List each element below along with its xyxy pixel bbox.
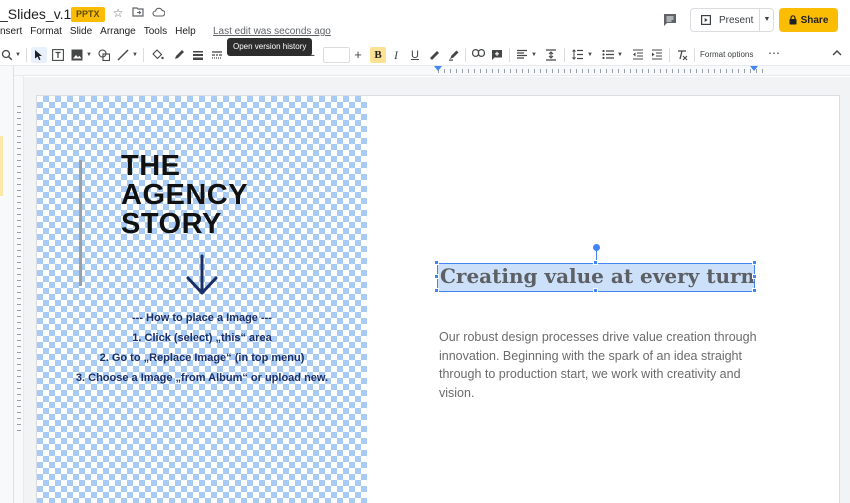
star-icon[interactable]: ☆ xyxy=(111,6,125,20)
placeholder-instructions: --- How to place a Image --- 1. Click (s… xyxy=(37,308,367,388)
toolbar-divider xyxy=(509,48,510,62)
resize-handle-left[interactable] xyxy=(434,274,439,279)
bulleted-list-icon[interactable] xyxy=(600,47,616,63)
menu-arrange[interactable]: Arrange xyxy=(100,25,136,39)
title-bar: _Slides_v.1.0 PPTX ☆ nsert Format Slide … xyxy=(0,0,850,44)
instruction-line: 1. Click (select) „this“ area xyxy=(132,332,272,344)
image-dropdown-icon[interactable]: ▼ xyxy=(85,47,93,63)
shape-icon[interactable] xyxy=(96,47,112,63)
align-icon[interactable] xyxy=(514,47,530,63)
ruler-ticks xyxy=(438,69,764,73)
share-button[interactable]: Share xyxy=(779,8,838,32)
resize-handle-bottom-left[interactable] xyxy=(434,288,439,293)
font-size-input[interactable] xyxy=(323,47,350,63)
align-dropdown-icon[interactable]: ▼ xyxy=(530,47,538,63)
right-indent-marker[interactable] xyxy=(750,66,758,71)
present-button[interactable]: Present ▼ xyxy=(690,8,774,32)
fill-color-icon[interactable] xyxy=(150,47,166,63)
last-edit-link[interactable]: Last edit was seconds ago xyxy=(213,25,331,39)
clear-formatting-icon[interactable] xyxy=(674,47,690,63)
agency-title-line: STORY xyxy=(121,208,222,240)
instruction-line: 2. Go to „Replace Image“ (in top menu) xyxy=(99,352,305,364)
vertical-accent-line xyxy=(79,160,82,286)
border-weight-icon[interactable] xyxy=(190,47,206,63)
resize-handle-right[interactable] xyxy=(752,274,757,279)
decrease-indent-icon[interactable] xyxy=(630,47,646,63)
toolbar-divider xyxy=(694,48,695,62)
agency-title[interactable]: THE AGENCY STORY xyxy=(121,152,248,239)
select-tool-icon[interactable] xyxy=(31,47,47,63)
rotation-handle[interactable] xyxy=(593,244,600,251)
menu-format[interactable]: Format xyxy=(30,25,62,39)
move-folder-icon[interactable] xyxy=(131,6,145,20)
version-history-tooltip: Open version history xyxy=(227,38,313,56)
vertical-ruler[interactable] xyxy=(14,76,24,503)
toolbar-divider xyxy=(564,48,565,62)
share-label: Share xyxy=(800,14,829,26)
instruction-line: --- How to place a Image --- xyxy=(132,312,272,324)
line-icon[interactable] xyxy=(115,47,131,63)
bold-button[interactable]: B xyxy=(370,47,386,63)
cloud-status-icon[interactable] xyxy=(151,6,165,20)
vertical-scrollbar[interactable] xyxy=(846,77,850,503)
link-icon[interactable] xyxy=(470,47,486,63)
highlight-color-icon[interactable] xyxy=(446,47,462,63)
border-color-icon[interactable] xyxy=(171,47,187,63)
toolbar-divider xyxy=(669,48,670,62)
slide[interactable]: THE AGENCY STORY --- How to place a Imag… xyxy=(37,96,839,503)
menu-bar: nsert Format Slide Arrange Tools Help xyxy=(0,25,204,39)
vertical-ruler-ticks xyxy=(17,106,21,436)
line-spacing-icon[interactable] xyxy=(570,47,586,63)
italic-button[interactable]: I xyxy=(388,47,404,63)
slides-app: _Slides_v.1.0 PPTX ☆ nsert Format Slide … xyxy=(0,0,850,503)
zoom-icon[interactable] xyxy=(0,47,14,63)
toolbar-divider xyxy=(143,48,144,62)
more-options-icon[interactable]: ⋯ xyxy=(766,47,782,63)
slide-body-text[interactable]: Our robust design processes drive value … xyxy=(439,328,759,402)
filmstrip-edge xyxy=(0,66,14,503)
increase-indent-icon[interactable] xyxy=(649,47,665,63)
image-placeholder[interactable]: THE AGENCY STORY --- How to place a Imag… xyxy=(37,96,367,503)
left-indent-marker[interactable] xyxy=(434,66,442,71)
add-comment-icon[interactable] xyxy=(489,47,505,63)
agency-title-line: AGENCY xyxy=(121,179,249,211)
increase-font-size-icon[interactable]: + xyxy=(351,47,365,63)
comment-history-icon[interactable] xyxy=(660,10,680,30)
text-color-icon[interactable] xyxy=(427,47,443,63)
resize-handle-top-right[interactable] xyxy=(752,260,757,265)
slide-thumbnail-edge[interactable] xyxy=(0,136,3,196)
menu-tools[interactable]: Tools xyxy=(144,25,167,39)
down-arrow-icon xyxy=(186,254,218,295)
file-format-badge: PPTX xyxy=(71,7,105,22)
zoom-dropdown-icon[interactable]: ▼ xyxy=(14,47,22,63)
present-dropdown-icon[interactable]: ▼ xyxy=(760,9,774,31)
format-options-button[interactable]: Format options xyxy=(700,47,753,63)
present-label: Present xyxy=(719,14,754,26)
resize-handle-bottom-right[interactable] xyxy=(752,288,757,293)
line-spacing-dropdown-icon[interactable]: ▼ xyxy=(586,47,594,63)
instruction-line: 3. Choose a Image „from Album“ or upload… xyxy=(75,372,329,384)
bullet-dropdown-icon[interactable]: ▼ xyxy=(616,47,624,63)
present-icon xyxy=(701,15,711,25)
menu-insert[interactable]: nsert xyxy=(0,25,22,39)
slide-heading[interactable]: Creating value at every turn xyxy=(440,263,755,290)
horizontal-ruler[interactable] xyxy=(14,66,850,76)
resize-handle-top[interactable] xyxy=(593,260,598,265)
resize-handle-top-left[interactable] xyxy=(434,260,439,265)
toolbar-divider xyxy=(465,48,466,62)
vertical-align-icon[interactable] xyxy=(543,47,559,63)
line-dropdown-icon[interactable]: ▼ xyxy=(131,47,139,63)
lock-icon xyxy=(789,15,797,25)
collapse-toolbar-icon[interactable] xyxy=(830,47,844,63)
toolbar-divider xyxy=(26,48,27,62)
underline-button[interactable]: U xyxy=(407,47,423,63)
menu-help[interactable]: Help xyxy=(175,25,196,39)
resize-handle-bottom[interactable] xyxy=(593,288,598,293)
agency-title-line: THE xyxy=(121,150,181,182)
menu-slide[interactable]: Slide xyxy=(70,25,92,39)
text-box-icon[interactable] xyxy=(50,47,66,63)
present-main[interactable]: Present xyxy=(691,9,759,31)
border-dash-icon[interactable] xyxy=(209,47,225,63)
image-icon[interactable] xyxy=(69,47,85,63)
